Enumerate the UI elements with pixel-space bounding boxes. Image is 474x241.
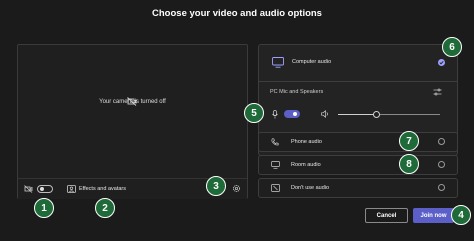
phone-icon (271, 138, 279, 146)
camera-off-small-icon (24, 185, 33, 193)
no-audio-icon (271, 184, 280, 192)
no-audio-option[interactable]: Don't use audio (258, 178, 458, 198)
audio-card-divider (259, 81, 457, 82)
room-audio-label: Room audio (291, 162, 321, 168)
device-settings-sliders-icon[interactable] (433, 88, 442, 96)
callout-badge-8: 8 (399, 154, 419, 174)
phone-audio-radio[interactable] (438, 138, 445, 145)
computer-audio-selected-check[interactable] (438, 59, 445, 66)
effects-icon (67, 185, 76, 193)
page-title: Choose your video and audio options (152, 8, 322, 19)
computer-audio-icon (272, 57, 284, 68)
cancel-button[interactable]: Cancel (365, 208, 408, 223)
volume-slider-fill (338, 114, 376, 115)
microphone-toggle-knob (293, 112, 297, 116)
room-device-icon (271, 161, 280, 169)
audio-device-label[interactable]: PC Mic and Speakers (270, 89, 323, 95)
callout-badge-4: 4 (451, 205, 471, 225)
volume-slider-thumb[interactable] (373, 111, 380, 118)
camera-off-message: Your camera is turned off (99, 99, 166, 105)
camera-toggle[interactable] (37, 185, 53, 193)
no-audio-radio[interactable] (438, 184, 445, 191)
callout-badge-5: 5 (244, 103, 264, 123)
callout-badge-6: 6 (442, 37, 462, 57)
callout-badge-3: 3 (206, 176, 226, 196)
computer-audio-label: Computer audio (292, 59, 332, 65)
phone-audio-label: Phone audio (291, 139, 322, 145)
no-audio-label: Don't use audio (291, 185, 330, 191)
microphone-icon (272, 110, 278, 119)
settings-gear-icon[interactable] (232, 184, 241, 193)
checkmark-icon (439, 60, 444, 65)
phone-audio-option[interactable]: Phone audio (258, 132, 458, 152)
microphone-toggle[interactable] (284, 110, 300, 118)
callout-badge-1: 1 (34, 198, 54, 218)
join-now-button[interactable]: Join now (413, 208, 454, 223)
camera-toggle-knob (40, 187, 44, 191)
effects-and-avatars-button[interactable]: Effects and avatars (79, 186, 126, 192)
room-audio-option[interactable]: Room audio (258, 155, 458, 175)
callout-badge-7: 7 (399, 131, 419, 151)
callout-badge-2: 2 (95, 198, 115, 218)
room-audio-radio[interactable] (438, 161, 445, 168)
speaker-volume-icon (321, 110, 328, 118)
